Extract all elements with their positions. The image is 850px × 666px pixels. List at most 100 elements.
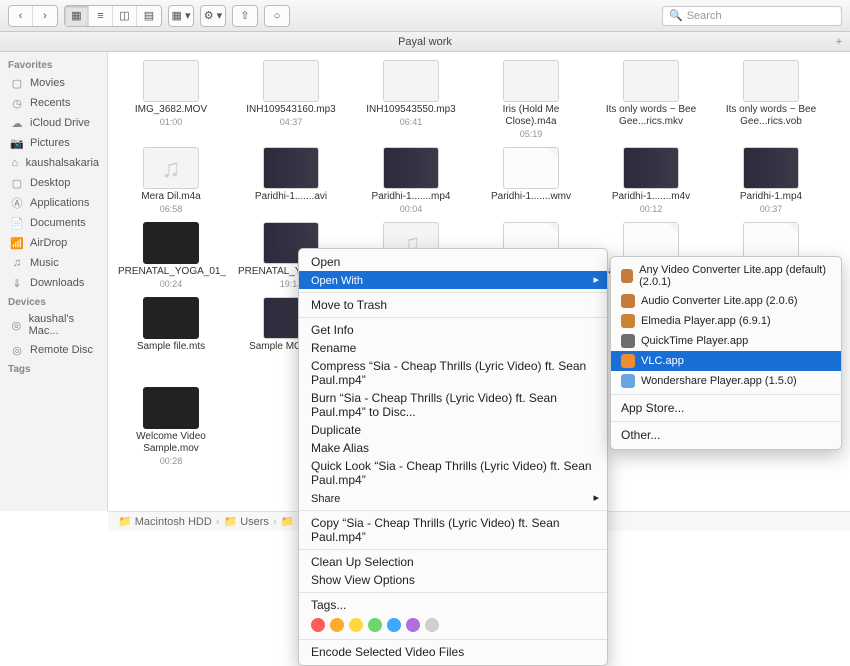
menu-copy[interactable]: Copy “Sia - Cheap Thrills (Lyric Video) … — [299, 514, 607, 546]
open-with-app[interactable]: Any Video Converter Lite.app (default) (… — [611, 261, 841, 291]
tag-color[interactable] — [349, 618, 363, 632]
sidebar-item[interactable]: ▢Movies — [0, 73, 107, 93]
sidebar-item[interactable]: ◎Remote Disc — [0, 340, 107, 360]
file-duration: 05:19 — [476, 129, 586, 139]
open-with-app[interactable]: Wondershare Player.app (1.5.0) — [611, 371, 841, 391]
search-input[interactable]: 🔍 Search — [662, 6, 842, 26]
column-view-button[interactable]: ◫ — [113, 6, 137, 26]
open-with-appstore[interactable]: App Store... — [611, 398, 841, 418]
file-item[interactable]: Paridhi-1.......avi — [236, 143, 346, 214]
file-thumbnail: ♫ — [143, 147, 199, 189]
sidebar-item[interactable]: ☁iCloud Drive — [0, 113, 107, 133]
file-thumbnail — [143, 297, 199, 339]
file-thumbnail — [263, 60, 319, 102]
path-segment[interactable]: 📁 Macintosh HDD — [118, 515, 212, 528]
tag-color[interactable] — [425, 618, 439, 632]
sidebar-item[interactable]: ♫Music — [0, 253, 107, 273]
menu-open-with[interactable]: Open With▸ — [299, 271, 607, 289]
share-button[interactable]: ⇧ — [233, 6, 257, 26]
menu-rename[interactable]: Rename — [299, 339, 607, 357]
menu-view-options[interactable]: Show View Options — [299, 571, 607, 589]
sidebar-item[interactable]: ◎kaushal's Mac... — [0, 310, 107, 340]
menu-get-info[interactable]: Get Info — [299, 321, 607, 339]
menu-encode[interactable]: Encode Selected Video Files — [299, 643, 607, 661]
sidebar-item[interactable]: ⌂kaushalsakaria — [0, 153, 107, 173]
sidebar-item-label: Recents — [30, 97, 70, 109]
path-segment[interactable]: 📁 Users — [223, 515, 268, 528]
action-button[interactable]: ⚙ ▾ — [201, 6, 225, 26]
list-view-button[interactable]: ≡ — [89, 6, 113, 26]
menu-share[interactable]: Share▸ — [299, 489, 607, 507]
tag-color[interactable] — [311, 618, 325, 632]
file-name: Its only words ~ Bee Gee...rics.mkv — [596, 104, 706, 128]
menu-quicklook[interactable]: Quick Look “Sia - Cheap Thrills (Lyric V… — [299, 457, 607, 489]
file-name: Paridhi-1.......avi — [236, 191, 346, 203]
file-item[interactable]: Paridhi-1.......mp4 00:04 — [356, 143, 466, 214]
file-item[interactable]: PRENATAL_YOGA_01_Title_01.mp4 00:24 — [116, 218, 226, 289]
tag-color-row — [299, 614, 607, 636]
menu-alias[interactable]: Make Alias — [299, 439, 607, 457]
open-with-app[interactable]: QuickTime Player.app — [611, 331, 841, 351]
file-thumbnail — [383, 60, 439, 102]
sidebar-item-label: kaushalsakaria — [26, 157, 99, 169]
back-button[interactable]: ‹ — [9, 6, 33, 26]
tag-color[interactable] — [368, 618, 382, 632]
file-item[interactable]: INH109543160.mp3 04:37 — [236, 56, 346, 139]
file-thumbnail — [743, 147, 799, 189]
search-placeholder: Search — [687, 10, 722, 22]
sidebar-item[interactable]: ▢Desktop — [0, 173, 107, 193]
file-item[interactable]: Its only words ~ Bee Gee...rics.mkv — [596, 56, 706, 139]
file-item[interactable]: ♫ Mera Dil.m4a 06:58 — [116, 143, 226, 214]
file-name: Paridhi-1.mp4 — [716, 191, 826, 203]
file-thumbnail — [503, 60, 559, 102]
chevron-right-icon: ▸ — [593, 491, 599, 504]
view-buttons: ▦ ≡ ◫ ▤ — [64, 5, 162, 27]
menu-cleanup[interactable]: Clean Up Selection — [299, 553, 607, 571]
icon-view-button[interactable]: ▦ — [65, 6, 89, 26]
file-item[interactable]: IMG_3682.MOV 01:00 — [116, 56, 226, 139]
tags-button[interactable]: ○ — [265, 6, 289, 26]
menu-burn[interactable]: Burn “Sia - Cheap Thrills (Lyric Video) … — [299, 389, 607, 421]
open-with-other[interactable]: Other... — [611, 425, 841, 445]
sidebar: Favorites ▢Movies◷Recents☁iCloud Drive📷P… — [0, 52, 108, 511]
file-item[interactable]: Paridhi-1.......m4v 00:12 — [596, 143, 706, 214]
sidebar-item[interactable]: 📷Pictures — [0, 133, 107, 153]
sidebar-heading-tags: Tags — [0, 360, 107, 377]
file-item[interactable]: Sample file.mts — [116, 293, 226, 379]
file-item[interactable]: Paridhi-1.......wmv — [476, 143, 586, 214]
chevron-right-icon: ▸ — [593, 273, 599, 286]
app-icon — [621, 354, 635, 368]
menu-tags[interactable]: Tags... — [299, 596, 607, 614]
menu-trash[interactable]: Move to Trash — [299, 296, 607, 314]
open-with-app[interactable]: Elmedia Player.app (6.9.1) — [611, 311, 841, 331]
sidebar-item[interactable]: 📄Documents — [0, 213, 107, 233]
open-with-submenu: Any Video Converter Lite.app (default) (… — [610, 256, 842, 450]
sidebar-heading-favorites: Favorites — [0, 56, 107, 73]
file-item[interactable]: Welcome Video Sample.mov 00:28 — [116, 383, 226, 466]
file-item[interactable]: Its only words ~ Bee Gee...rics.vob — [716, 56, 826, 139]
file-thumbnail — [263, 147, 319, 189]
add-tab-button[interactable]: + — [830, 33, 848, 51]
sidebar-item[interactable]: 📶AirDrop — [0, 233, 107, 253]
sidebar-item[interactable]: ◷Recents — [0, 93, 107, 113]
arrange-button[interactable]: ▦ ▾ — [169, 6, 193, 26]
sidebar-item[interactable]: ⇓Downloads — [0, 273, 107, 293]
file-name: Mera Dil.m4a — [116, 191, 226, 203]
menu-open[interactable]: Open — [299, 253, 607, 271]
file-duration: 00:04 — [356, 204, 466, 214]
tab-title[interactable]: Payal work — [398, 36, 452, 48]
gallery-view-button[interactable]: ▤ — [137, 6, 161, 26]
file-item[interactable]: Iris (Hold Me Close).m4a 05:19 — [476, 56, 586, 139]
tag-color[interactable] — [387, 618, 401, 632]
tag-color[interactable] — [406, 618, 420, 632]
sidebar-item[interactable]: ⒶApplications — [0, 193, 107, 213]
open-with-app[interactable]: VLC.app — [611, 351, 841, 371]
open-with-app[interactable]: Audio Converter Lite.app (2.0.6) — [611, 291, 841, 311]
forward-button[interactable]: › — [33, 6, 57, 26]
menu-compress[interactable]: Compress “Sia - Cheap Thrills (Lyric Vid… — [299, 357, 607, 389]
file-item[interactable]: INH109543550.mp3 06:41 — [356, 56, 466, 139]
sidebar-item-label: Applications — [30, 197, 89, 209]
tag-color[interactable] — [330, 618, 344, 632]
file-item[interactable]: Paridhi-1.mp4 00:37 — [716, 143, 826, 214]
menu-duplicate[interactable]: Duplicate — [299, 421, 607, 439]
